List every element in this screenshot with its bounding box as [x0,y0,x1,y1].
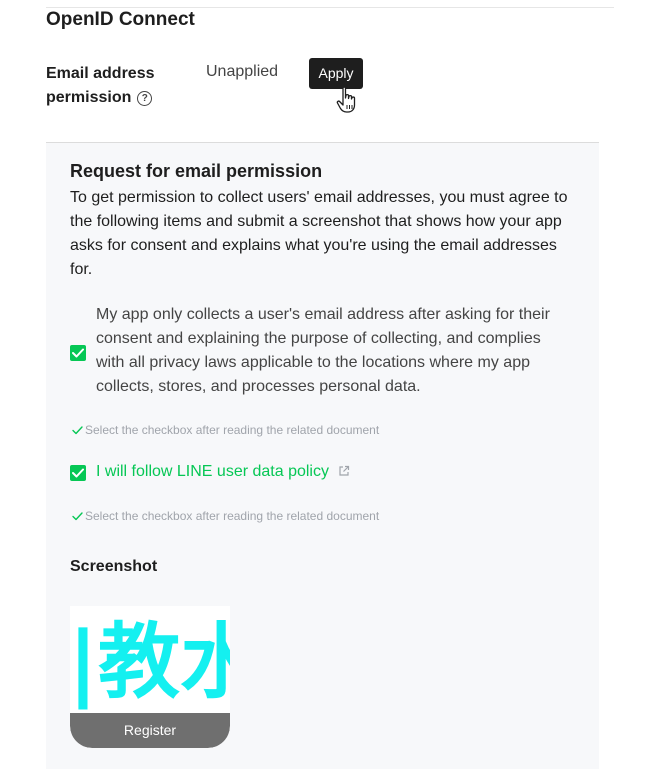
email-permission-request-panel: Request for email permission To get perm… [46,143,599,769]
consent-hint: Select the checkbox after reading the re… [72,423,379,437]
thumbnail-text: |教水 [70,615,230,711]
permission-status: Unapplied [206,63,279,80]
consent-checkbox[interactable] [70,345,86,361]
consent-checkbox-label: My app only collects a user's email addr… [96,306,550,395]
section-title: OpenID Connect [46,9,195,30]
request-description: To get permission to collect users' emai… [70,189,568,278]
consent-hint-text: Select the checkbox after reading the re… [85,423,380,437]
request-title: Request for email permission [70,161,323,181]
external-link-icon[interactable] [338,465,350,477]
hand-pointer-cursor-icon [336,86,356,113]
top-divider [46,7,614,8]
email-permission-label-line2: permission [46,89,132,106]
email-permission-label: Email address permission? [46,62,186,110]
checkmark-icon [72,348,84,358]
line-user-data-policy-link[interactable]: I will follow LINE user data policy [96,463,329,481]
screenshot-label: Screenshot [70,558,158,575]
check-hint-icon [72,512,83,521]
apply-button[interactable]: Apply [309,58,363,89]
register-button[interactable]: Register [70,713,230,748]
check-hint-icon [72,426,83,435]
policy-checkbox[interactable] [70,465,86,481]
policy-hint-text: Select the checkbox after reading the re… [85,509,380,523]
email-permission-row: Email address permission? Unapplied Appl… [46,58,599,143]
screenshot-thumbnail[interactable]: |教水 Register [70,606,230,748]
checkmark-icon [72,468,84,478]
policy-hint: Select the checkbox after reading the re… [72,509,379,523]
email-permission-label-line1: Email address [46,65,155,82]
question-circle-icon[interactable]: ? [137,91,153,106]
page: OpenID Connect Email address permission?… [0,0,647,769]
